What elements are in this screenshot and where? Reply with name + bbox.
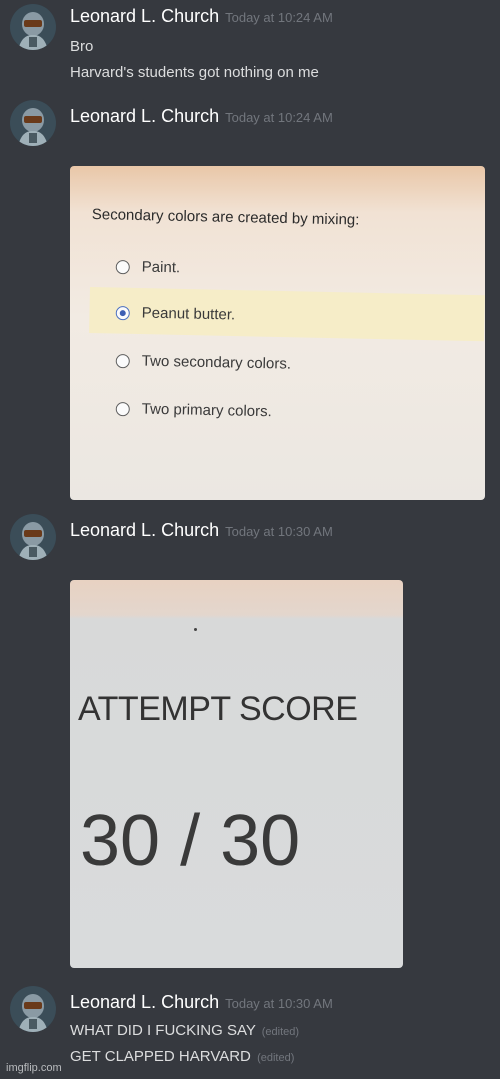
- avatar[interactable]: [10, 986, 56, 1032]
- timestamp: Today at 10:30 AM: [225, 996, 333, 1011]
- avatar[interactable]: [10, 4, 56, 50]
- message-header: Leonard L. Church Today at 10:30 AM: [70, 520, 333, 541]
- timestamp: Today at 10:24 AM: [225, 10, 333, 25]
- score-value: 30 / 30: [80, 801, 301, 881]
- message-1: Leonard L. Church Today at 10:24 AM Bro H…: [0, 0, 500, 90]
- quiz-option: Two secondary colors.: [115, 350, 475, 382]
- dust-speck: [194, 628, 197, 631]
- imgflip-watermark: imgflip.com: [6, 1062, 62, 1074]
- radio-button-icon: [115, 401, 130, 417]
- message-text: GET CLAPPED HARVARD: [70, 1048, 251, 1065]
- username[interactable]: Leonard L. Church: [70, 6, 219, 26]
- radio-button-selected-icon: [115, 305, 130, 321]
- avatar-helmet-icon: [10, 514, 56, 560]
- score-screenshot-attachment[interactable]: ATTEMPT SCORE 30 / 30: [70, 580, 403, 968]
- radio-button-icon: [115, 259, 130, 275]
- quiz-option: Paint.: [115, 256, 475, 288]
- message-header: Leonard L. Church Today at 10:24 AM: [70, 106, 333, 127]
- quiz-option: Two primary colors.: [115, 398, 475, 430]
- timestamp: Today at 10:24 AM: [225, 110, 333, 125]
- avatar-helmet-icon: [10, 986, 56, 1032]
- message-text-line: GET CLAPPED HARVARD (edited): [70, 1048, 294, 1065]
- message-text: Harvard's students got nothing on me: [70, 64, 319, 81]
- avatar[interactable]: [10, 100, 56, 146]
- avatar-helmet-icon: [10, 4, 56, 50]
- message-header: Leonard L. Church Today at 10:30 AM: [70, 992, 333, 1013]
- edited-tag: (edited): [261, 1026, 300, 1038]
- quiz-option-label: Paint.: [141, 258, 181, 277]
- message-text: Bro: [70, 38, 94, 55]
- timestamp: Today at 10:30 AM: [225, 524, 333, 539]
- edited-tag: (edited): [257, 1052, 295, 1064]
- quiz-question: Secondary colors are created by mixing:: [91, 206, 360, 229]
- avatar[interactable]: [10, 514, 56, 560]
- radio-button-icon: [115, 353, 130, 369]
- username[interactable]: Leonard L. Church: [70, 520, 219, 540]
- quiz-option-label: Two primary colors.: [141, 400, 272, 421]
- quiz-screenshot-attachment[interactable]: Secondary colors are created by mixing: …: [70, 166, 485, 500]
- username[interactable]: Leonard L. Church: [70, 992, 219, 1012]
- score-label: ATTEMPT SCORE: [78, 690, 358, 728]
- message-text: WHAT DID I FUCKING SAY: [70, 1022, 256, 1039]
- quiz-option-label: Peanut butter.: [141, 304, 236, 324]
- quiz-option-label: Two secondary colors.: [141, 352, 292, 373]
- message-4: Leonard L. Church Today at 10:30 AM WHAT …: [0, 986, 500, 1066]
- avatar-helmet-icon: [10, 100, 56, 146]
- username[interactable]: Leonard L. Church: [70, 106, 219, 126]
- message-header: Leonard L. Church Today at 10:24 AM: [70, 6, 333, 27]
- message-text-line: WHAT DID I FUCKING SAY (edited): [70, 1022, 299, 1039]
